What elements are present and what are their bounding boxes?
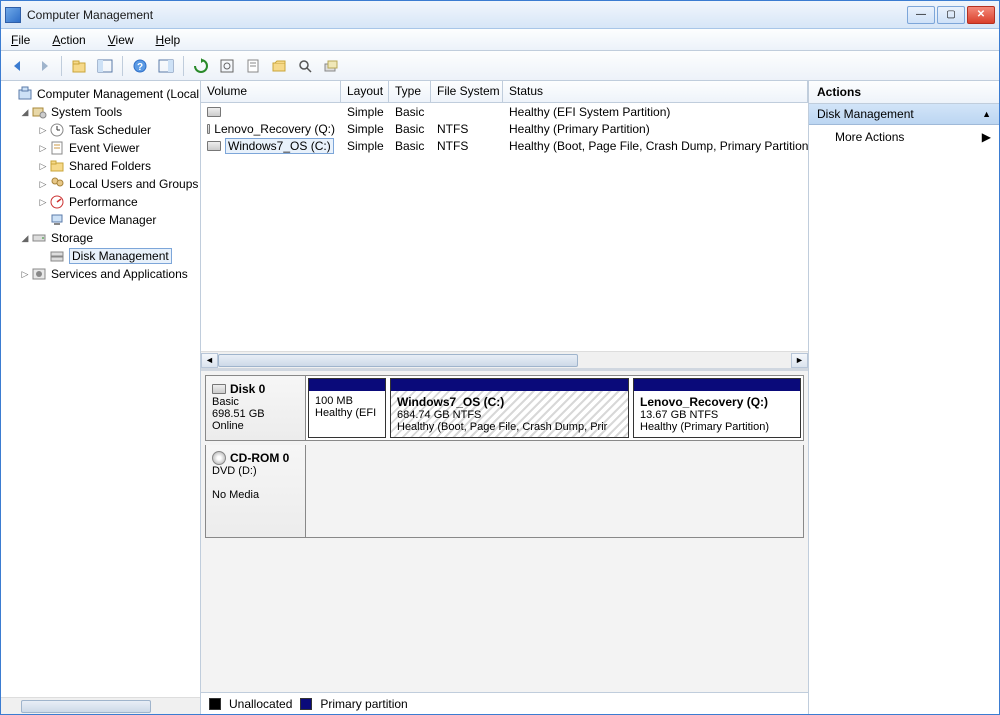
zoom-button[interactable]: [294, 55, 316, 77]
toolbar: ?: [1, 51, 999, 81]
menubar: File Action View Help: [1, 29, 999, 51]
col-layout[interactable]: Layout: [341, 81, 389, 102]
legend-unallocated-swatch: [209, 698, 221, 710]
refresh-button[interactable]: [190, 55, 212, 77]
actions-section[interactable]: Disk Management ▲: [809, 104, 999, 125]
legend-unallocated-label: Unallocated: [229, 697, 292, 711]
tree-services-apps[interactable]: ▷Services and Applications: [1, 265, 200, 283]
volume-body[interactable]: Simple Basic Healthy (EFI System Partiti…: [201, 103, 808, 351]
chevron-right-icon: ▶: [982, 130, 991, 144]
tree-local-users[interactable]: ▷Local Users and Groups: [1, 175, 200, 193]
menu-action[interactable]: Action: [48, 31, 89, 49]
back-button[interactable]: [7, 55, 29, 77]
open-button[interactable]: [268, 55, 290, 77]
actions-pane: Actions Disk Management ▲ More Actions ▶: [809, 81, 999, 714]
rescan-button[interactable]: [216, 55, 238, 77]
volume-header[interactable]: Volume Layout Type File System Status: [201, 81, 808, 103]
show-hide-tree-button[interactable]: [94, 55, 116, 77]
legend-primary-label: Primary partition: [320, 697, 407, 711]
actions-header: Actions: [809, 81, 999, 104]
partition[interactable]: 100 MBHealthy (EFI: [308, 378, 386, 438]
content: Computer Management (Local ◢System Tools…: [1, 81, 999, 714]
col-volume[interactable]: Volume: [201, 81, 341, 102]
volume-row[interactable]: Lenovo_Recovery (Q:) Simple Basic NTFS H…: [201, 120, 808, 137]
titlebar[interactable]: Computer Management — ▢ ✕: [1, 1, 999, 29]
cd-icon: [212, 451, 226, 465]
menu-view[interactable]: View: [104, 31, 138, 49]
close-button[interactable]: ✕: [967, 6, 995, 24]
partition-bar: [391, 379, 628, 391]
cdrom-row[interactable]: CD-ROM 0 DVD (D:) No Media: [205, 445, 804, 538]
drive-icon: [212, 384, 226, 394]
svg-text:?: ?: [137, 62, 143, 73]
collapse-icon: ▲: [982, 109, 991, 119]
tree-performance[interactable]: ▷Performance: [1, 193, 200, 211]
legend-primary-swatch: [300, 698, 312, 710]
volume-row[interactable]: Windows7_OS (C:) Simple Basic NTFS Healt…: [201, 137, 808, 154]
help-button[interactable]: ?: [129, 55, 151, 77]
partition-strip: 100 MBHealthy (EFI Windows7_OS (C:)684.7…: [306, 376, 803, 440]
partition-bar: [309, 379, 385, 391]
col-status[interactable]: Status: [503, 81, 808, 102]
tree-storage[interactable]: ◢Storage: [1, 229, 200, 247]
cdrom-empty: [306, 445, 803, 537]
tree-disk-management[interactable]: Disk Management: [1, 247, 200, 265]
tree-task-scheduler[interactable]: ▷Task Scheduler: [1, 121, 200, 139]
partition-bar: [634, 379, 800, 391]
legend: Unallocated Primary partition: [201, 692, 808, 714]
volume-row[interactable]: Simple Basic Healthy (EFI System Partiti…: [201, 103, 808, 120]
col-filesystem[interactable]: File System: [431, 81, 503, 102]
cdrom-info: CD-ROM 0 DVD (D:) No Media: [206, 445, 306, 537]
tree-scrollbar[interactable]: [1, 697, 200, 714]
col-type[interactable]: Type: [389, 81, 431, 102]
window-title: Computer Management: [27, 8, 907, 22]
tree-root[interactable]: Computer Management (Local: [1, 85, 200, 103]
scroll-left-icon[interactable]: ◄: [201, 353, 218, 368]
tree-system-tools[interactable]: ◢System Tools: [1, 103, 200, 121]
volume-list[interactable]: Volume Layout Type File System Status Si…: [201, 81, 808, 371]
volume-name-cell: Lenovo_Recovery (Q:): [201, 122, 341, 136]
menu-help[interactable]: Help: [152, 31, 185, 49]
drive-icon: [207, 141, 221, 151]
forward-button[interactable]: [33, 55, 55, 77]
volume-name-cell: [201, 107, 341, 117]
drive-icon: [207, 107, 221, 117]
tree-shared-folders[interactable]: ▷Shared Folders: [1, 157, 200, 175]
maximize-button[interactable]: ▢: [937, 6, 965, 24]
partition[interactable]: Lenovo_Recovery (Q:)13.67 GB NTFSHealthy…: [633, 378, 801, 438]
show-hide-action-button[interactable]: [155, 55, 177, 77]
properties-button[interactable]: [242, 55, 264, 77]
partition[interactable]: Windows7_OS (C:)684.74 GB NTFSHealthy (B…: [390, 378, 629, 438]
disk-row[interactable]: Disk 0 Basic 698.51 GB Online 100 MBHeal…: [205, 375, 804, 441]
disk-info: Disk 0 Basic 698.51 GB Online: [206, 376, 306, 440]
main-pane: Volume Layout Type File System Status Si…: [201, 81, 809, 714]
volume-name-cell: Windows7_OS (C:): [201, 138, 341, 154]
actions-more[interactable]: More Actions ▶: [809, 125, 999, 149]
nav-tree[interactable]: Computer Management (Local ◢System Tools…: [1, 81, 201, 714]
drive-icon: [207, 124, 210, 134]
disk-map[interactable]: Disk 0 Basic 698.51 GB Online 100 MBHeal…: [201, 371, 808, 692]
scroll-right-icon[interactable]: ►: [791, 353, 808, 368]
window-buttons: — ▢ ✕: [907, 6, 995, 24]
app-icon: [5, 7, 21, 23]
up-button[interactable]: [68, 55, 90, 77]
minimize-button[interactable]: —: [907, 6, 935, 24]
volume-scrollbar[interactable]: ◄ ►: [201, 351, 808, 368]
tree-device-manager[interactable]: Device Manager: [1, 211, 200, 229]
menu-file[interactable]: File: [7, 31, 34, 49]
tree-event-viewer[interactable]: ▷Event Viewer: [1, 139, 200, 157]
settings-button[interactable]: [320, 55, 342, 77]
